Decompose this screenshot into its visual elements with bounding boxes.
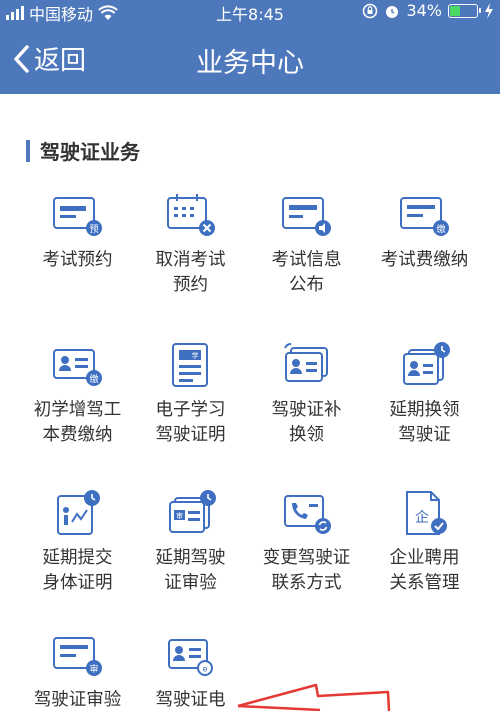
service-license-review[interactable]: 审 驾驶证审验 — [15, 630, 140, 711]
annotation-arrow-icon — [237, 683, 391, 711]
service-label: 驾驶证审验 — [33, 690, 122, 710]
service-extend-health[interactable]: 延期提交 身体证明 — [15, 488, 140, 596]
exam-fee-icon: 缴 — [399, 197, 449, 236]
license-replace-icon — [283, 343, 328, 382]
service-cancel-exam[interactable]: 取消考试 预约 — [128, 190, 253, 298]
section-title: 驾驶证业务 — [26, 136, 140, 165]
service-label: 取消考试 预约 — [155, 250, 226, 295]
health-proof-icon — [56, 490, 100, 535]
service-label: 延期换领 驾驶证 — [389, 400, 460, 445]
svg-text:审: 审 — [89, 663, 98, 675]
svg-text:学: 学 — [191, 351, 198, 360]
license-review-clock-icon: 审 — [168, 490, 216, 533]
calendar-cancel-icon — [166, 194, 215, 236]
exam-info-icon — [281, 197, 331, 236]
battery-percent: 34% — [406, 1, 442, 20]
e-license-icon: e — [167, 639, 213, 676]
service-label: 考试预约 — [42, 250, 113, 270]
service-exam-info[interactable]: 考试信息 公布 — [244, 190, 369, 298]
svg-text:审: 审 — [176, 511, 183, 520]
service-label: 变更驾驶证 联系方式 — [262, 548, 351, 593]
alarm-icon — [386, 5, 399, 18]
service-label: 企业聘用 关系管理 — [389, 548, 460, 593]
top-bar: 中国移动 上午8:45 34% 返回 业务中心 — [0, 0, 500, 94]
section-title-text: 驾驶证业务 — [40, 140, 140, 164]
service-label: 考试费缴纳 — [380, 250, 469, 270]
service-exam-fee[interactable]: 缴 考试费缴纳 — [362, 190, 487, 273]
service-change-contact[interactable]: 变更驾驶证 联系方式 — [244, 488, 369, 596]
svg-text:预: 预 — [89, 224, 98, 235]
svg-text:企: 企 — [415, 509, 429, 526]
phone-card-icon — [283, 495, 331, 534]
service-learner-fee[interactable]: 缴 初学增驾工 本费缴纳 — [15, 340, 140, 448]
battery-fill — [450, 5, 460, 16]
status-bar: 中国移动 上午8:45 34% — [0, 0, 500, 24]
service-label: 电子学习 驾驶证明 — [155, 400, 226, 445]
license-clock-icon — [402, 342, 450, 385]
service-label: 延期提交 身体证明 — [42, 548, 113, 593]
service-e-license[interactable]: e 驾驶证电 — [128, 630, 253, 711]
service-label: 初学增驾工 本费缴纳 — [33, 400, 122, 445]
license-review-icon: 审 — [52, 637, 102, 676]
service-enterprise[interactable]: 企 企业聘用 关系管理 — [362, 488, 487, 596]
rotation-lock-icon — [363, 3, 378, 18]
service-label: 考试信息 公布 — [271, 250, 342, 295]
service-e-learning-cert[interactable]: 学 电子学习 驾驶证明 — [128, 340, 253, 448]
service-license-replace[interactable]: 驾驶证补 换领 — [244, 340, 369, 448]
nav-bar: 返回 业务中心 — [0, 24, 500, 94]
section-accent-bar — [26, 139, 30, 162]
svg-text:e: e — [202, 665, 207, 674]
id-card-fee-icon: 缴 — [52, 349, 102, 386]
svg-text:缴: 缴 — [89, 373, 98, 385]
service-label: 延期驾驶 证审验 — [155, 548, 226, 593]
service-label: 驾驶证电 — [155, 690, 226, 710]
service-extend-renew[interactable]: 延期换领 驾驶证 — [362, 340, 487, 448]
service-exam-appointment[interactable]: 预 考试预约 — [15, 190, 140, 273]
exam-appointment-icon: 预 — [52, 197, 102, 236]
charging-bolt-icon — [485, 2, 493, 19]
document-study-icon: 学 — [171, 343, 208, 387]
battery-icon — [448, 3, 481, 18]
service-extend-review[interactable]: 审 延期驾驶 证审验 — [128, 488, 253, 596]
service-label: 驾驶证补 换领 — [271, 400, 342, 445]
page-title: 业务中心 — [196, 48, 304, 79]
enterprise-doc-icon: 企 — [405, 491, 447, 535]
svg-text:缴: 缴 — [436, 223, 445, 235]
